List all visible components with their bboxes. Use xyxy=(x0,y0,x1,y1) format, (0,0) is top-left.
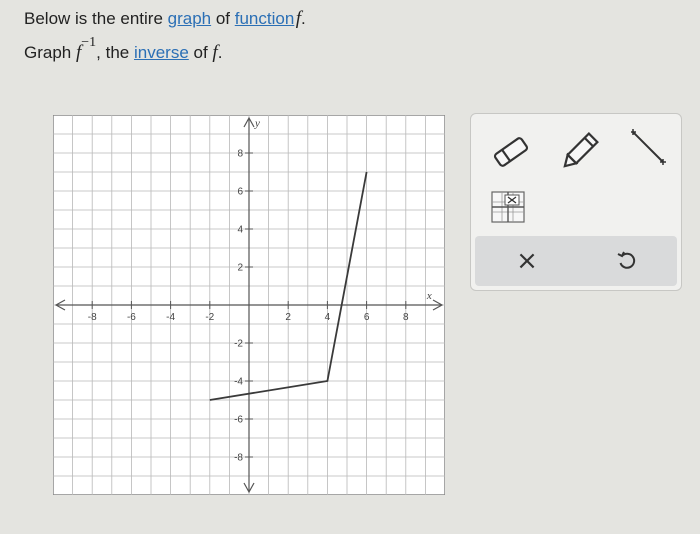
pencil-icon xyxy=(563,132,599,168)
prompt-line-2: Graph f−1, the inverse of f. xyxy=(24,35,223,64)
tool-panel: × xyxy=(470,113,682,291)
x-tick-label: 4 xyxy=(325,312,331,323)
x-axis-label: x xyxy=(426,290,432,302)
clear-button[interactable]: × xyxy=(487,236,567,286)
prompt-text: . xyxy=(217,43,223,62)
undo-icon xyxy=(617,251,636,269)
eraser-tool-button[interactable] xyxy=(491,132,531,172)
close-icon: × xyxy=(516,246,538,276)
function-link[interactable]: function xyxy=(235,9,295,28)
y-tick-label: -8 xyxy=(234,453,243,464)
y-axis-label: y xyxy=(254,117,260,129)
prompt-text: Below is the entire xyxy=(24,9,168,28)
x-tick-label: -8 xyxy=(88,312,97,323)
y-tick-label: 8 xyxy=(237,149,243,160)
prompt-text: . xyxy=(301,9,306,28)
x-tick-label: 6 xyxy=(364,312,370,323)
prompt-text: Graph xyxy=(24,43,76,62)
prompt-text: of xyxy=(211,9,235,28)
prompt-text: of xyxy=(188,43,213,62)
x-tick-label: -6 xyxy=(127,312,136,323)
prompt-text: , the xyxy=(96,43,134,62)
undo-button[interactable] xyxy=(587,236,667,286)
pencil-tool-button[interactable] xyxy=(559,130,599,174)
y-tick-label: 2 xyxy=(237,263,243,274)
no-solution-tool-button[interactable] xyxy=(489,190,527,224)
y-tick-label: -4 xyxy=(234,377,243,388)
inverse-exponent: −1 xyxy=(81,35,97,50)
eraser-icon xyxy=(493,137,529,167)
x-tick-label: 2 xyxy=(285,312,291,323)
no-solution-icon xyxy=(491,191,525,223)
x-tick-label: -2 xyxy=(205,312,214,323)
graph-area[interactable]: -8 -6 -4 -2 2 4 6 8 8 6 4 2 -2 -4 -6 -8 x y xyxy=(53,115,445,495)
coordinate-plane[interactable]: -8 -6 -4 -2 2 4 6 8 8 6 4 2 -2 -4 -6 -8 x y xyxy=(53,115,445,495)
y-tick-label: -6 xyxy=(234,415,243,426)
x-tick-label: 8 xyxy=(403,312,409,323)
y-tick-label: -2 xyxy=(234,339,243,350)
inverse-link[interactable]: inverse xyxy=(134,43,189,62)
line-segment-icon xyxy=(631,129,666,165)
y-tick-label: 6 xyxy=(237,187,243,198)
prompt-line-1: Below is the entire graph of function f. xyxy=(24,8,306,30)
y-tick-label: 4 xyxy=(237,225,243,236)
action-bar: × xyxy=(475,236,677,286)
x-tick-label: -4 xyxy=(166,312,175,323)
line-tool-button[interactable] xyxy=(629,126,669,170)
graph-link[interactable]: graph xyxy=(168,9,211,28)
